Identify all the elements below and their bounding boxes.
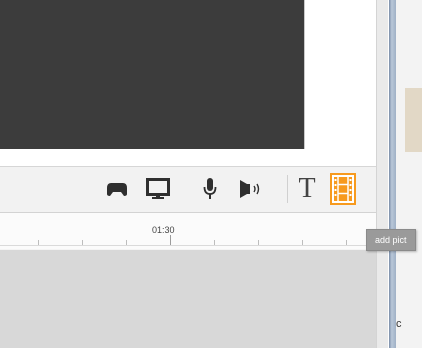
adjacent-window bbox=[396, 0, 422, 348]
timeline-toolbar: T bbox=[0, 167, 376, 213]
adjacent-window-text: c bbox=[396, 318, 402, 330]
text-icon: T bbox=[298, 173, 316, 204]
gamepad-button[interactable] bbox=[104, 173, 130, 205]
record-audio-button[interactable] bbox=[200, 173, 220, 205]
vertical-scrollbar[interactable] bbox=[376, 0, 388, 348]
editor-app: T 01:30 bbox=[0, 0, 388, 348]
speaker-icon bbox=[239, 178, 265, 200]
preview-panel bbox=[0, 0, 377, 167]
adjacent-window-content bbox=[405, 88, 422, 152]
microphone-icon bbox=[203, 177, 217, 201]
tooltip: add pict bbox=[366, 229, 416, 251]
add-text-button[interactable]: T bbox=[294, 173, 320, 205]
timeline-ruler[interactable]: 01:30 bbox=[0, 213, 376, 249]
voiceover-button[interactable] bbox=[238, 173, 266, 205]
gamepad-icon bbox=[106, 181, 128, 197]
preview-edge bbox=[304, 0, 305, 149]
timeline-track[interactable] bbox=[0, 250, 376, 348]
monitor-icon bbox=[146, 178, 170, 200]
ruler-baseline bbox=[0, 245, 376, 246]
add-picture-button[interactable] bbox=[330, 173, 356, 205]
window-divider[interactable] bbox=[389, 0, 396, 348]
screen-capture-button[interactable] bbox=[144, 173, 172, 205]
video-preview bbox=[0, 0, 304, 149]
toolbar-separator bbox=[287, 175, 288, 203]
film-icon bbox=[332, 175, 354, 203]
ruler-time-label: 01:30 bbox=[152, 225, 175, 235]
